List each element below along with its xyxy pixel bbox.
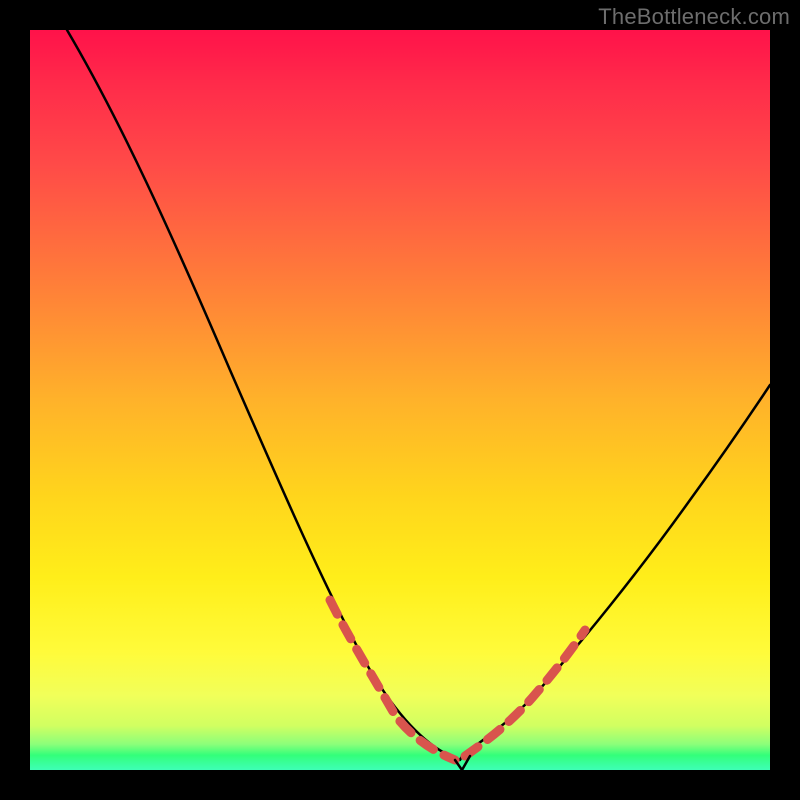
- plot-area: [30, 30, 770, 770]
- watermark-text: TheBottleneck.com: [598, 4, 790, 30]
- chart-frame: TheBottleneck.com: [0, 0, 800, 800]
- bottleneck-curve: [30, 30, 770, 770]
- dashed-overlay-right: [465, 630, 585, 756]
- curve-path: [67, 30, 770, 760]
- dashed-overlay-left: [330, 600, 455, 760]
